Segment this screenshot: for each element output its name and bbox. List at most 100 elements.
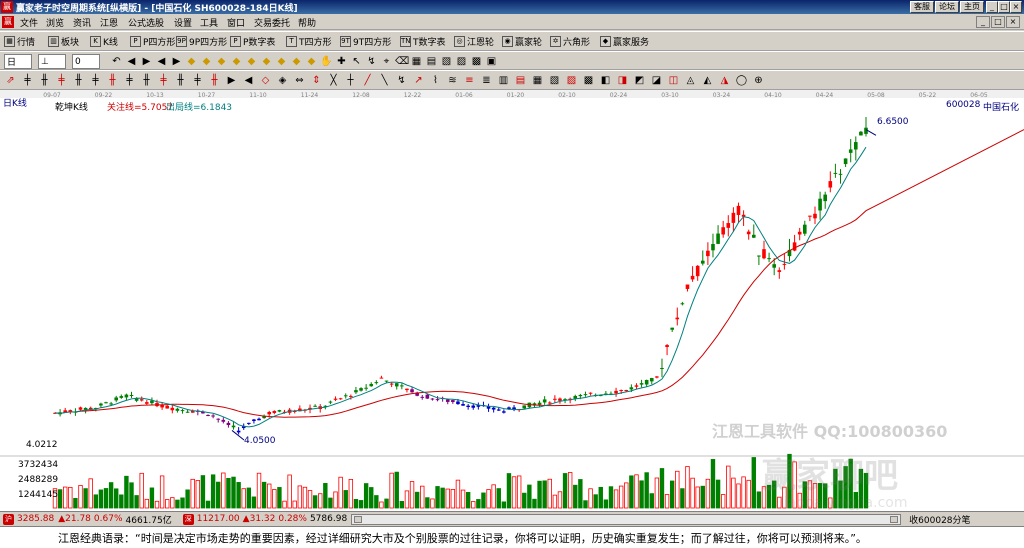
toolbar3-icon-17[interactable]: ⇔ <box>293 74 306 87</box>
toolbar3-icon-0[interactable]: ⇗ <box>4 74 17 87</box>
toolbar3-icon-28[interactable]: ≣ <box>480 74 493 87</box>
maximize-button[interactable]: □ <box>998 1 1010 13</box>
toolbar3-icon-43[interactable]: ◯ <box>735 74 748 87</box>
toolbar2-icon-8[interactable]: ◆ <box>230 55 243 68</box>
toolbar3-icon-19[interactable]: ╳ <box>327 74 340 87</box>
toolbar3-icon-23[interactable]: ↯ <box>395 74 408 87</box>
toolbar2-icon-16[interactable]: ↖ <box>350 55 363 68</box>
toolbar-item-0[interactable]: ▦ 行情 <box>4 34 35 49</box>
close-button[interactable]: × <box>1010 1 1022 13</box>
toolbar3-icon-14[interactable]: ◀ <box>242 74 255 87</box>
toolbar2-dropdown-0[interactable]: 日 <box>4 54 32 69</box>
toolbar2-icon-15[interactable]: ✚ <box>335 55 348 68</box>
toolbar2-icon-21[interactable]: ▤ <box>425 55 438 68</box>
toolbar2-icon-5[interactable]: ◆ <box>185 55 198 68</box>
toolbar3-icon-6[interactable]: ╫ <box>106 74 119 87</box>
toolbar2-icon-11[interactable]: ◆ <box>275 55 288 68</box>
toolbar2-icon-12[interactable]: ◆ <box>290 55 303 68</box>
toolbar3-icon-31[interactable]: ▦ <box>531 74 544 87</box>
menu-help[interactable]: 帮助 <box>298 16 316 29</box>
toolbar2-icon-25[interactable]: ▣ <box>485 55 498 68</box>
toolbar3-icon-37[interactable]: ◩ <box>633 74 646 87</box>
menu-browse[interactable]: 浏览 <box>46 16 64 29</box>
toolbar3-icon-33[interactable]: ▨ <box>565 74 578 87</box>
toolbar3-icon-24[interactable]: ↗ <box>412 74 425 87</box>
toolbar3-icon-40[interactable]: ◬ <box>684 74 697 87</box>
toolbar3-icon-15[interactable]: ◇ <box>259 74 272 87</box>
toolbar2-icon-24[interactable]: ▩ <box>470 55 483 68</box>
toolbar3-icon-26[interactable]: ≋ <box>446 74 459 87</box>
toolbar2-icon-10[interactable]: ◆ <box>260 55 273 68</box>
toolbar3-icon-29[interactable]: ▥ <box>497 74 510 87</box>
toolbar3-icon-35[interactable]: ◧ <box>599 74 612 87</box>
toolbar-item-11[interactable]: ✡ 六角形 <box>550 34 590 49</box>
toolbar3-icon-13[interactable]: ▶ <box>225 74 238 87</box>
toolbar2-icon-3[interactable]: ◀ <box>155 55 168 68</box>
menu-tools[interactable]: 工具 <box>200 16 218 29</box>
menu-window[interactable]: 窗口 <box>227 16 245 29</box>
toolbar2-icon-18[interactable]: ⌖ <box>380 55 393 68</box>
toolbar3-icon-34[interactable]: ▩ <box>582 74 595 87</box>
tick-data-label[interactable]: 收600028分笔 <box>909 513 970 526</box>
toolbar2-icon-22[interactable]: ▧ <box>440 55 453 68</box>
horizontal-scrollbar[interactable] <box>351 513 902 525</box>
mdi-close-button[interactable]: × <box>1006 16 1020 28</box>
toolbar2-icon-17[interactable]: ↯ <box>365 55 378 68</box>
toolbar2-icon-19[interactable]: ⌫ <box>395 55 409 68</box>
toolbar3-icon-3[interactable]: ╪ <box>55 74 68 87</box>
minimize-button[interactable]: _ <box>986 1 998 13</box>
toolbar-item-10[interactable]: ◉ 赢家轮 <box>502 34 542 49</box>
homepage-button[interactable]: 主页 <box>960 1 984 13</box>
toolbar3-icon-27[interactable]: ≡ <box>463 74 476 87</box>
toolbar3-icon-21[interactable]: ╱ <box>361 74 374 87</box>
toolbar-item-8[interactable]: TN T数字表 <box>400 34 446 49</box>
toolbar-item-3[interactable]: P P四方形 <box>130 34 175 49</box>
toolbar2-icon-9[interactable]: ◆ <box>245 55 258 68</box>
toolbar3-icon-5[interactable]: ╪ <box>89 74 102 87</box>
toolbar3-icon-2[interactable]: ╫ <box>38 74 51 87</box>
toolbar2-icon-4[interactable]: ▶ <box>170 55 183 68</box>
toolbar3-icon-16[interactable]: ◈ <box>276 74 289 87</box>
toolbar3-icon-9[interactable]: ╪ <box>157 74 170 87</box>
toolbar2-icon-7[interactable]: ◆ <box>215 55 228 68</box>
toolbar3-icon-38[interactable]: ◪ <box>650 74 663 87</box>
toolbar-item-6[interactable]: T T四方形 <box>286 34 332 49</box>
toolbar3-icon-39[interactable]: ◫ <box>667 74 680 87</box>
toolbar3-icon-8[interactable]: ╫ <box>140 74 153 87</box>
toolbar3-icon-30[interactable]: ▤ <box>514 74 527 87</box>
toolbar3-icon-11[interactable]: ╪ <box>191 74 204 87</box>
toolbar3-icon-18[interactable]: ⇕ <box>310 74 323 87</box>
toolbar2-icon-2[interactable]: ▶ <box>140 55 153 68</box>
toolbar2-icon-20[interactable]: ▦ <box>410 55 423 68</box>
toolbar-item-12[interactable]: ◆ 赢家服务 <box>600 34 649 49</box>
toolbar-item-5[interactable]: P P数字表 <box>230 34 275 49</box>
toolbar-item-2[interactable]: K K线 <box>90 34 118 49</box>
toolbar2-icon-0[interactable]: ↶ <box>110 55 123 68</box>
toolbar-item-7[interactable]: 9T 9T四方形 <box>340 34 391 49</box>
kline-chart-panel[interactable]: 09-07 09-22 10-13 10-27 11-10 11-24 12-08 12-22… <box>0 90 1024 511</box>
toolbar3-icon-20[interactable]: ┼ <box>344 74 357 87</box>
toolbar-item-1[interactable]: ▥ 板块 <box>48 34 79 49</box>
toolbar3-icon-32[interactable]: ▧ <box>548 74 561 87</box>
toolbar3-icon-7[interactable]: ╪ <box>123 74 136 87</box>
scroll-right-arrow-icon[interactable] <box>890 515 899 523</box>
toolbar3-icon-41[interactable]: ◭ <box>701 74 714 87</box>
menu-trade[interactable]: 交易委托 <box>254 16 290 29</box>
menu-news[interactable]: 资讯 <box>73 16 91 29</box>
mdi-minimize-button[interactable]: _ <box>976 16 990 28</box>
toolbar3-icon-44[interactable]: ⊕ <box>752 74 765 87</box>
service-button[interactable]: 客服 <box>910 1 934 13</box>
toolbar2-icon-1[interactable]: ◀ <box>125 55 138 68</box>
toolbar2-icon-13[interactable]: ◆ <box>305 55 318 68</box>
menu-formula-picker[interactable]: 公式选股 <box>128 16 164 29</box>
menu-gann[interactable]: 江恩 <box>100 16 118 29</box>
toolbar3-icon-36[interactable]: ◨ <box>616 74 629 87</box>
forum-button[interactable]: 论坛 <box>935 1 959 13</box>
toolbar2-icon-6[interactable]: ◆ <box>200 55 213 68</box>
scroll-left-arrow-icon[interactable] <box>354 515 363 523</box>
toolbar-item-4[interactable]: 9P 9P四方形 <box>176 34 227 49</box>
toolbar2-dropdown-2[interactable]: 0 <box>72 54 100 69</box>
toolbar3-icon-4[interactable]: ╫ <box>72 74 85 87</box>
toolbar3-icon-25[interactable]: ⌇ <box>429 74 442 87</box>
toolbar3-icon-22[interactable]: ╲ <box>378 74 391 87</box>
